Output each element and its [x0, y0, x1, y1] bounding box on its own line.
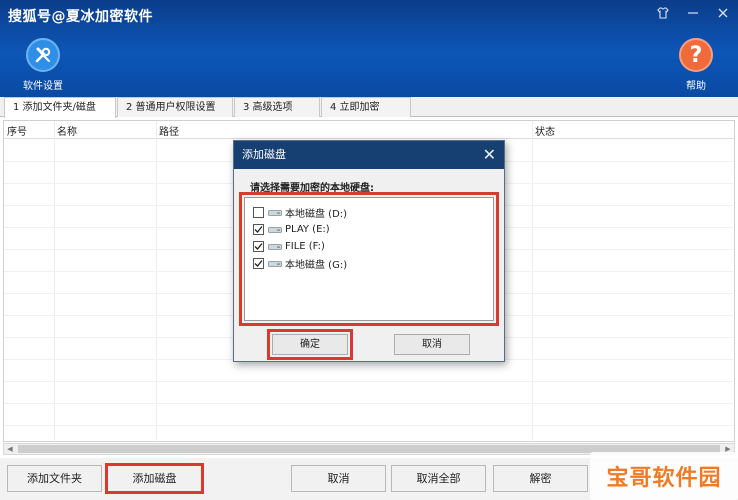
- drive-icon: [268, 226, 282, 233]
- row-divider: [4, 425, 734, 426]
- dialog-cancel-button[interactable]: 取消: [394, 334, 470, 355]
- checkbox-checked[interactable]: [253, 224, 264, 235]
- close-icon[interactable]: [716, 6, 730, 20]
- checkbox-checked[interactable]: [253, 241, 264, 252]
- column-divider: [54, 121, 55, 443]
- disk-item-g[interactable]: 本地磁盘 (G:): [245, 255, 493, 272]
- help-button[interactable]: ? 帮助: [679, 38, 713, 92]
- minimize-icon[interactable]: [686, 6, 700, 20]
- cancel-button[interactable]: 取消: [291, 465, 386, 492]
- column-divider: [156, 121, 157, 443]
- drive-icon: [268, 243, 282, 250]
- add-disk-button[interactable]: 添加磁盘: [105, 463, 204, 494]
- scroll-left-icon[interactable]: ◀: [4, 444, 16, 454]
- question-icon: ?: [679, 38, 713, 72]
- watermark-text: 宝哥软件园: [606, 466, 722, 491]
- disk-item-f[interactable]: FILE (F:): [245, 238, 493, 255]
- checkbox-unchecked[interactable]: [253, 207, 264, 218]
- cancel-all-button[interactable]: 取消全部: [391, 465, 486, 492]
- tab-advanced-options[interactable]: 3 高级选项: [234, 97, 320, 117]
- settings-label: 软件设置: [23, 81, 63, 92]
- disk-label: 本地磁盘 (G:): [285, 260, 348, 271]
- tab-user-permissions[interactable]: 2 普通用户权限设置: [117, 97, 233, 117]
- wrench-screwdriver-icon: [26, 38, 60, 72]
- drive-icon: [268, 260, 282, 267]
- row-divider: [4, 403, 734, 404]
- dialog-prompt: 请选择需要加密的本地硬盘:: [250, 183, 374, 194]
- disk-label: FILE (F:): [285, 241, 325, 252]
- disk-item-d[interactable]: 本地磁盘 (D:): [245, 204, 493, 221]
- row-divider: [4, 381, 734, 382]
- column-header-status[interactable]: 状态: [535, 123, 555, 138]
- dialog-title: 添加磁盘: [242, 148, 286, 161]
- watermark-logo: 宝哥软件园: [590, 452, 738, 500]
- disk-label: PLAY (E:): [285, 224, 330, 235]
- column-header-path[interactable]: 路径: [159, 123, 179, 138]
- dialog-titlebar: 添加磁盘 ✕: [234, 141, 504, 169]
- disk-label: 本地磁盘 (D:): [285, 209, 348, 220]
- window-title: 搜狐号@夏冰加密软件: [8, 9, 153, 25]
- tab-add-folder-disk[interactable]: 1 添加文件夹/磁盘: [4, 97, 116, 118]
- drive-icon: [268, 209, 282, 216]
- column-header-name[interactable]: 名称: [57, 123, 77, 138]
- tab-encrypt-now[interactable]: 4 立即加密: [321, 97, 411, 117]
- window-controls: [656, 6, 730, 20]
- add-disk-dialog: 添加磁盘 ✕ 请选择需要加密的本地硬盘: 本地磁盘 (D:) PLAY (E:)…: [233, 140, 505, 362]
- column-header-index[interactable]: 序号: [7, 123, 27, 138]
- decrypt-button[interactable]: 解密: [493, 465, 588, 492]
- app-header: 搜狐号@夏冰加密软件 软件设置 ? 帮助: [0, 0, 738, 97]
- settings-button[interactable]: 软件设置: [23, 38, 63, 92]
- help-label: 帮助: [686, 81, 706, 92]
- dialog-close-icon[interactable]: ✕: [483, 141, 496, 169]
- table-header: 序号 名称 路径 状态: [4, 121, 734, 139]
- add-folder-button[interactable]: 添加文件夹: [7, 465, 102, 492]
- checkbox-checked[interactable]: [253, 258, 264, 269]
- skin-icon[interactable]: [656, 6, 670, 20]
- tab-strip: 1 添加文件夹/磁盘 2 普通用户权限设置 3 高级选项 4 立即加密: [0, 97, 738, 118]
- dialog-ok-button[interactable]: 确定: [267, 329, 353, 360]
- disk-item-e[interactable]: PLAY (E:): [245, 221, 493, 238]
- column-divider: [532, 121, 533, 443]
- disk-list[interactable]: 本地磁盘 (D:) PLAY (E:) FILE (F:) 本地磁盘 (G:): [239, 192, 499, 326]
